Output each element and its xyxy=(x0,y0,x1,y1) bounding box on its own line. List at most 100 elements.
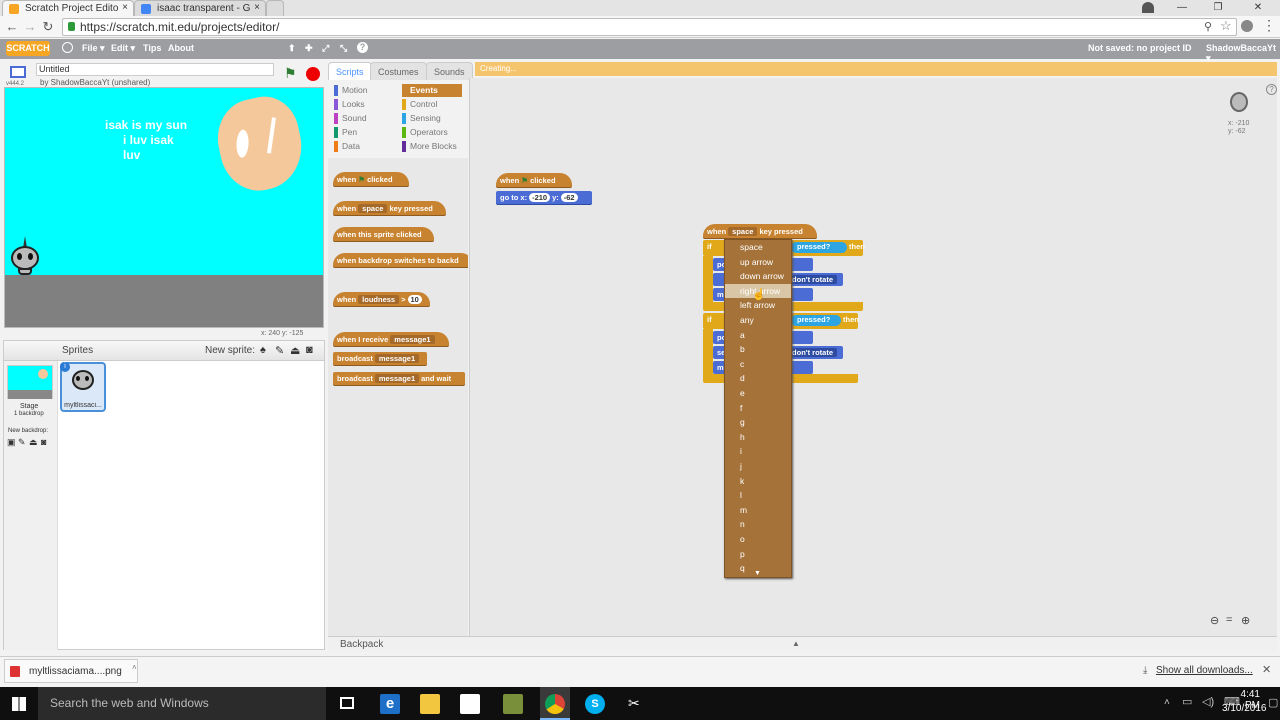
stop-icon[interactable] xyxy=(306,67,320,81)
script2-when-key-pressed[interactable]: when space key pressed xyxy=(703,224,817,238)
windows-start-icon[interactable] xyxy=(12,697,26,711)
file-explorer-icon[interactable] xyxy=(420,694,440,714)
category-more-blocks[interactable]: More Blocks xyxy=(402,140,462,153)
zoom-in-icon[interactable]: ⊕ xyxy=(1241,614,1250,627)
category-control[interactable]: Control xyxy=(402,98,462,111)
key-option[interactable]: j xyxy=(725,459,791,473)
network-icon[interactable]: ▭ xyxy=(1182,695,1192,708)
key-option[interactable]: b xyxy=(725,342,791,356)
key-option[interactable]: m xyxy=(725,503,791,517)
delete-tool-icon[interactable]: ✚ xyxy=(305,43,313,54)
isaac-sprite[interactable] xyxy=(7,236,43,276)
back-icon[interactable]: ← xyxy=(4,19,20,35)
scroll-down-arrow-icon[interactable]: ▼ xyxy=(754,570,761,577)
block-broadcast[interactable]: broadcast message1 xyxy=(333,352,427,365)
forward-icon[interactable]: → xyxy=(22,19,38,35)
download-item[interactable]: myltlissaciama....png ˄ xyxy=(4,659,138,683)
user-profile-icon[interactable] xyxy=(1142,2,1154,13)
camera-backdrop-icon[interactable]: ◙ xyxy=(41,437,46,447)
reload-icon[interactable]: ↻ xyxy=(40,19,56,35)
block-when-i-receive[interactable]: when I receive message1 xyxy=(333,332,449,346)
menu-edit[interactable]: Edit ▾ xyxy=(111,43,135,54)
category-sensing[interactable]: Sensing xyxy=(402,112,462,125)
taskbar-search[interactable]: Search the web and Windows xyxy=(38,687,326,720)
notifications-icon[interactable]: ▢ xyxy=(1268,696,1278,709)
shrink-tool-icon[interactable]: ⤡ xyxy=(340,43,347,54)
project-title-input[interactable]: Untitled xyxy=(36,63,274,76)
help-circle-icon[interactable]: ? xyxy=(1266,84,1277,95)
clock-date[interactable]: 3/10/2016 xyxy=(1222,703,1267,714)
camera-icon[interactable]: ◙ xyxy=(306,344,313,356)
block-when-sprite-clicked[interactable]: when this sprite clicked xyxy=(333,227,434,241)
upload-sprite-icon[interactable]: ⏏ xyxy=(290,344,300,357)
zoom-out-icon[interactable]: ⊖ xyxy=(1210,614,1219,627)
help-icon[interactable]: ? xyxy=(357,42,368,53)
key-option[interactable]: any xyxy=(725,313,791,327)
script1-go-to-xy[interactable]: go to x: -210 y: -62 xyxy=(496,191,592,204)
app-icon[interactable]: ✂ xyxy=(628,695,640,712)
green-flag-icon[interactable]: ⚑ xyxy=(284,66,298,80)
block-when-backdrop-switches[interactable]: when backdrop switches to backd xyxy=(333,253,468,267)
script1-when-flag-clicked[interactable]: when ⚑ clicked xyxy=(496,173,572,187)
sprite-thumbnail[interactable]: i myltlissaci... xyxy=(60,362,106,412)
key-option[interactable]: f xyxy=(725,401,791,415)
block-broadcast-and-wait[interactable]: broadcast message1 and wait xyxy=(333,372,465,385)
task-view-icon[interactable] xyxy=(340,697,354,709)
chrome-menu-icon[interactable]: ⋮ xyxy=(1262,17,1276,34)
download-chevron-icon[interactable]: ˄ xyxy=(132,663,137,672)
key-option[interactable]: o xyxy=(725,532,791,546)
paint-backdrop-icon[interactable]: ✎ xyxy=(18,437,26,448)
scripts-area[interactable]: x: -210 y: -62 when ⚑ clicked go to x: -2… xyxy=(469,78,1277,636)
stage-selector[interactable]: Stage 1 backdrop New backdrop: ▣ ✎ ⏏ ◙ xyxy=(4,361,58,650)
key-option[interactable]: p xyxy=(725,547,791,561)
key-option[interactable]: k xyxy=(725,474,791,488)
category-events[interactable]: Events xyxy=(402,84,462,97)
key-option[interactable]: down arrow xyxy=(725,269,791,283)
bookmark-star-icon[interactable]: ☆ xyxy=(1220,18,1232,34)
minecraft-icon[interactable] xyxy=(503,694,523,714)
tab-close-icon[interactable]: × xyxy=(254,2,260,13)
block-when-key-pressed[interactable]: when space key pressed xyxy=(333,201,446,215)
block-when-loudness[interactable]: when loudness >10 xyxy=(333,292,430,306)
backpack-expand-icon[interactable]: ▲ xyxy=(792,639,800,648)
scratch-logo[interactable]: SCRATCH xyxy=(6,41,50,56)
key-pressed-sensing[interactable]: pressed? xyxy=(791,242,847,253)
tab-sounds[interactable]: Sounds xyxy=(426,62,473,80)
key-icon[interactable]: ⚲ xyxy=(1204,20,1212,33)
extension-icon[interactable] xyxy=(1241,20,1253,32)
block-when-flag-clicked[interactable]: when ⚑ clicked xyxy=(333,172,409,186)
key-option[interactable]: c xyxy=(725,357,791,371)
key-option[interactable]: e xyxy=(725,386,791,400)
choose-sprite-icon[interactable]: ♠ xyxy=(260,344,266,356)
show-hidden-icons-icon[interactable]: ˄ xyxy=(1164,697,1170,708)
store-icon[interactable] xyxy=(460,694,480,714)
key-option[interactable]: up arrow xyxy=(725,255,791,269)
category-looks[interactable]: Looks xyxy=(334,98,394,111)
tab-scratch[interactable]: Scratch Project Edito × xyxy=(2,0,134,16)
key-pressed-sensing[interactable]: pressed? xyxy=(791,315,841,326)
minimize-icon[interactable]: — xyxy=(1168,0,1196,16)
grow-tool-icon[interactable]: ⤢ xyxy=(322,43,329,54)
key-option[interactable]: h xyxy=(725,430,791,444)
category-operators[interactable]: Operators xyxy=(402,126,462,139)
tab-close-icon[interactable]: × xyxy=(122,2,128,13)
key-option[interactable]: n xyxy=(725,517,791,531)
skype-icon[interactable]: S xyxy=(585,694,605,714)
url-field[interactable]: https://scratch.mit.edu/projects/editor/ xyxy=(62,18,1237,36)
key-option[interactable]: space xyxy=(725,240,791,254)
chrome-taskbar-active[interactable] xyxy=(540,687,570,720)
paint-sprite-icon[interactable]: ✎ xyxy=(275,344,284,357)
duplicate-tool-icon[interactable]: ⬆ xyxy=(288,43,296,54)
category-motion[interactable]: Motion xyxy=(334,84,394,97)
fullscreen-icon[interactable] xyxy=(10,66,26,78)
close-window-icon[interactable]: ✕ xyxy=(1244,0,1272,16)
sprite-info-icon[interactable]: i xyxy=(60,362,70,372)
upload-backdrop-icon[interactable]: ⏏ xyxy=(29,437,38,448)
category-data[interactable]: Data xyxy=(334,140,394,153)
key-option[interactable]: a xyxy=(725,328,791,342)
menu-about[interactable]: About xyxy=(168,43,194,53)
key-option[interactable]: i xyxy=(725,444,791,458)
menu-file[interactable]: File ▾ xyxy=(82,43,105,54)
key-option[interactable]: d xyxy=(725,371,791,385)
user-menu[interactable]: ShadowBaccaYt ▾ xyxy=(1206,43,1280,64)
